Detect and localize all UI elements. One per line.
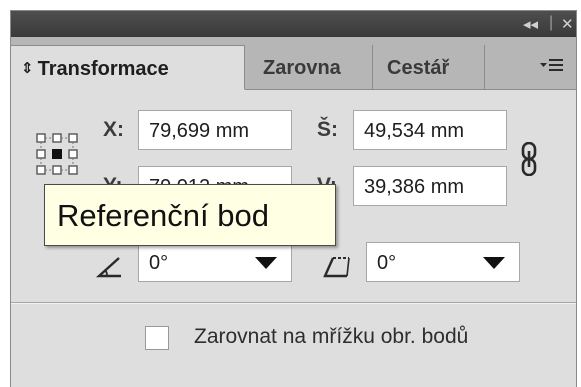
height-value: 39,386 mm bbox=[364, 176, 465, 198]
x-field[interactable]: 79,699 mm bbox=[138, 110, 292, 150]
rotate-value: 0° bbox=[149, 252, 169, 274]
rotate-dropdown[interactable]: 0° bbox=[138, 242, 292, 282]
width-field[interactable]: 49,534 mm bbox=[353, 110, 507, 150]
panel-titlebar: ◂◂ | ✕ bbox=[11, 11, 576, 37]
rotate-angle-icon bbox=[95, 254, 123, 280]
x-value: 79,699 mm bbox=[149, 120, 250, 142]
reference-point-icon[interactable] bbox=[35, 132, 79, 176]
panel-menu-icon[interactable] bbox=[540, 57, 564, 77]
titlebar-divider: | bbox=[549, 14, 554, 31]
close-icon[interactable]: ✕ bbox=[561, 15, 574, 33]
tab-zarovna-label: Zarovna bbox=[263, 57, 341, 79]
reference-point-tooltip: Referenční bod bbox=[44, 184, 336, 246]
tab-zarovna[interactable]: Zarovna bbox=[245, 45, 373, 89]
chevron-down-icon bbox=[255, 257, 277, 269]
align-to-pixel-grid-checkbox[interactable] bbox=[145, 326, 169, 350]
up-down-arrows-icon: ⇕ bbox=[21, 60, 34, 77]
tab-transformace-label: Transformace bbox=[37, 58, 169, 80]
width-label: Š: bbox=[317, 118, 338, 141]
tooltip-text: Referenční bod bbox=[57, 198, 269, 233]
width-value: 49,534 mm bbox=[364, 120, 465, 142]
shear-value: 0° bbox=[377, 252, 397, 274]
tab-cestar-label: Cestář bbox=[387, 57, 450, 79]
double-chevron-left-icon[interactable]: ◂◂ bbox=[523, 15, 538, 33]
tab-bar: ⇕ Transformace Zarovna Cestář bbox=[11, 37, 576, 90]
separator bbox=[11, 302, 576, 304]
x-label: X: bbox=[103, 118, 124, 141]
shear-angle-icon bbox=[323, 254, 351, 280]
tab-cestar[interactable]: Cestář bbox=[373, 45, 485, 89]
shear-dropdown[interactable]: 0° bbox=[366, 242, 520, 282]
height-field[interactable]: 39,386 mm bbox=[353, 166, 507, 206]
align-to-pixel-grid-label: Zarovnat na mřížku obr. bodů bbox=[194, 325, 469, 348]
chevron-down-icon bbox=[483, 257, 505, 269]
constrain-proportions-link-icon[interactable] bbox=[520, 141, 538, 177]
tab-transformace[interactable]: ⇕ Transformace bbox=[11, 45, 245, 90]
